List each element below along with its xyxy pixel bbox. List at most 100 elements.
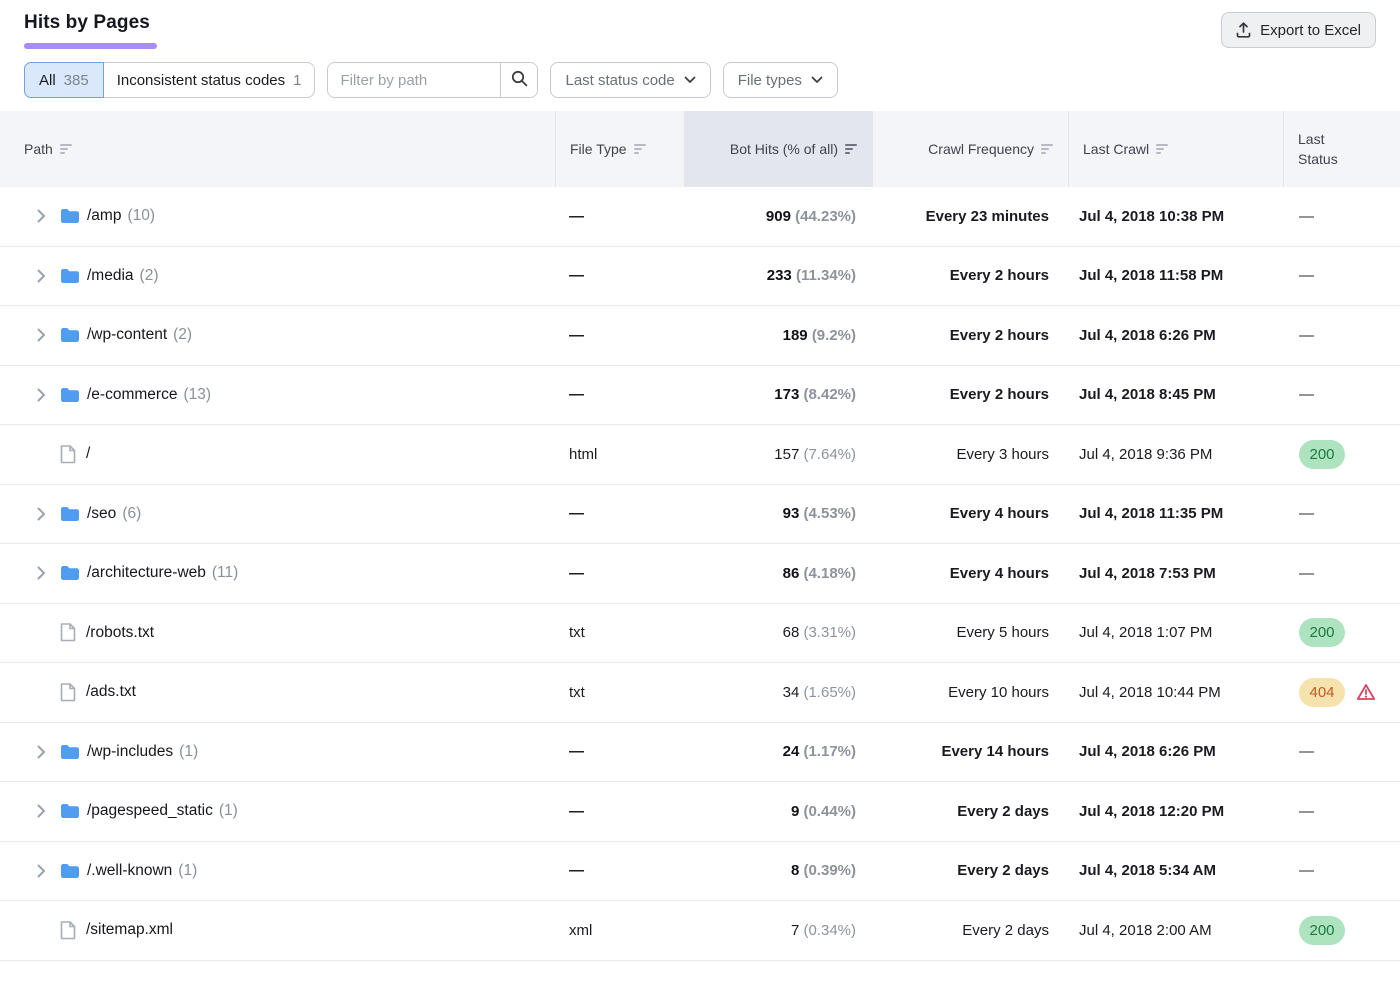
table-row[interactable]: /.well-known (1) — 8 (0.39%) Every 2 day… — [0, 842, 1400, 902]
path-cell: /amp (10) — [0, 207, 555, 225]
last-status-cell: 200 — [1283, 618, 1400, 647]
status-empty-dash: — — [1299, 803, 1314, 820]
path-label: /.well-known — [87, 862, 172, 880]
chevron-right-icon[interactable] — [33, 387, 49, 403]
table-row[interactable]: /architecture-web (11) — 86 (4.18%) Ever… — [0, 544, 1400, 604]
table-row[interactable]: /ads.txt txt 34 (1.65%) Every 10 hours J… — [0, 663, 1400, 723]
status-badge: 404 — [1299, 678, 1345, 707]
path-count: (2) — [140, 267, 159, 285]
status-empty-dash: — — [1299, 743, 1314, 760]
chevron-right-icon[interactable] — [33, 268, 49, 284]
file-type-cell: html — [555, 446, 684, 463]
column-header-crawl-frequency[interactable]: Crawl Frequency — [872, 111, 1068, 187]
sort-icon — [634, 143, 647, 155]
path-count: (6) — [122, 505, 141, 523]
status-badge: 200 — [1299, 618, 1345, 647]
folder-icon — [60, 327, 80, 343]
path-filter-input[interactable] — [328, 63, 500, 97]
column-header-bot-hits[interactable]: Bot Hits (% of all) — [684, 111, 872, 187]
chevron-right-icon[interactable] — [33, 803, 49, 819]
scope-tab-group: All 385 Inconsistent status codes 1 — [24, 62, 315, 98]
last-crawl-cell: Jul 4, 2018 11:58 PM — [1068, 267, 1283, 284]
path-label: /robots.txt — [86, 624, 154, 642]
crawl-frequency-cell: Every 5 hours — [872, 624, 1068, 641]
bot-hits-cell: 233 (11.34%) — [684, 267, 872, 284]
chevron-right-icon[interactable] — [33, 327, 49, 343]
status-empty-dash: — — [1299, 386, 1314, 403]
last-crawl-cell: Jul 4, 2018 8:45 PM — [1068, 386, 1283, 403]
last-status-cell: — — [1283, 505, 1400, 522]
file-type-cell: — — [555, 862, 684, 879]
table-row[interactable]: /sitemap.xml xml 7 (0.34%) Every 2 days … — [0, 901, 1400, 961]
file-types-dropdown[interactable]: File types — [723, 62, 838, 98]
path-cell: /seo (6) — [0, 505, 555, 523]
table-row[interactable]: /seo (6) — 93 (4.53%) Every 4 hours Jul … — [0, 485, 1400, 545]
bot-hits-cell: 86 (4.18%) — [684, 565, 872, 582]
column-header-file-type-label: File Type — [570, 139, 627, 159]
chevron-right-icon[interactable] — [33, 565, 49, 581]
column-header-crawl-frequency-label: Crawl Frequency — [928, 139, 1034, 159]
export-button-label: Export to Excel — [1260, 22, 1361, 39]
status-empty-dash: — — [1299, 208, 1314, 225]
chevron-right-icon[interactable] — [33, 506, 49, 522]
file-type-cell: txt — [555, 624, 684, 641]
last-status-cell: — — [1283, 386, 1400, 403]
last-status-cell: 404 — [1283, 678, 1400, 707]
table-header-row: Path File Type Bot Hits (% of all) Crawl… — [0, 111, 1400, 187]
bot-hits-cell: 24 (1.17%) — [684, 743, 872, 760]
chevron-right-icon[interactable] — [33, 744, 49, 760]
column-header-file-type[interactable]: File Type — [555, 111, 684, 187]
chevron-down-icon — [811, 76, 823, 84]
chevron-right-icon[interactable] — [33, 208, 49, 224]
path-count: (10) — [127, 207, 155, 225]
last-status-cell: — — [1283, 208, 1400, 225]
last-status-cell: — — [1283, 803, 1400, 820]
crawl-frequency-cell: Every 2 hours — [872, 267, 1068, 284]
crawl-frequency-cell: Every 10 hours — [872, 684, 1068, 701]
table-row[interactable]: / html 157 (7.64%) Every 3 hours Jul 4, … — [0, 425, 1400, 485]
folder-icon — [60, 863, 80, 879]
table-row[interactable]: /pagespeed_static (1) — 9 (0.44%) Every … — [0, 782, 1400, 842]
crawl-frequency-cell: Every 4 hours — [872, 505, 1068, 522]
folder-icon — [60, 268, 80, 284]
last-crawl-cell: Jul 4, 2018 9:36 PM — [1068, 446, 1283, 463]
status-empty-dash: — — [1299, 327, 1314, 344]
path-label: /media — [87, 267, 134, 285]
table-row[interactable]: /wp-content (2) — 189 (9.2%) Every 2 hou… — [0, 306, 1400, 366]
table-row[interactable]: /media (2) — 233 (11.34%) Every 2 hours … — [0, 247, 1400, 307]
bot-hits-cell: 7 (0.34%) — [684, 922, 872, 939]
chevron-right-icon[interactable] — [33, 863, 49, 879]
table-row[interactable]: /e-commerce (13) — 173 (8.42%) Every 2 h… — [0, 366, 1400, 426]
export-to-excel-button[interactable]: Export to Excel — [1221, 12, 1376, 48]
file-type-cell: — — [555, 386, 684, 403]
column-header-path-label: Path — [24, 139, 53, 159]
title-accent-underline — [24, 43, 157, 49]
last-crawl-cell: Jul 4, 2018 1:07 PM — [1068, 624, 1283, 641]
search-button[interactable] — [500, 63, 537, 97]
table-row[interactable]: /robots.txt txt 68 (3.31%) Every 5 hours… — [0, 604, 1400, 664]
tab-inconsistent-label: Inconsistent status codes — [117, 72, 285, 89]
crawl-frequency-cell: Every 4 hours — [872, 565, 1068, 582]
column-header-path[interactable]: Path — [0, 111, 555, 187]
column-header-last-crawl[interactable]: Last Crawl — [1068, 111, 1283, 187]
table-row[interactable]: /amp (10) — 909 (44.23%) Every 23 minute… — [0, 187, 1400, 247]
bot-hits-cell: 173 (8.42%) — [684, 386, 872, 403]
file-icon — [60, 623, 76, 642]
hits-by-pages-table: Path File Type Bot Hits (% of all) Crawl… — [0, 111, 1400, 961]
path-cell: /.well-known (1) — [0, 862, 555, 880]
file-types-dropdown-label: File types — [738, 72, 802, 89]
table-row[interactable]: /wp-includes (1) — 24 (1.17%) Every 14 h… — [0, 723, 1400, 783]
path-cell: / — [0, 445, 555, 464]
tab-all[interactable]: All 385 — [24, 62, 104, 98]
last-crawl-cell: Jul 4, 2018 2:00 AM — [1068, 922, 1283, 939]
last-status-code-dropdown[interactable]: Last status code — [550, 62, 710, 98]
last-crawl-cell: Jul 4, 2018 10:44 PM — [1068, 684, 1283, 701]
path-label: /pagespeed_static — [87, 802, 213, 820]
warning-icon — [1356, 683, 1376, 701]
bot-hits-cell: 93 (4.53%) — [684, 505, 872, 522]
sort-icon — [60, 143, 73, 155]
status-empty-dash: — — [1299, 267, 1314, 284]
status-empty-dash: — — [1299, 505, 1314, 522]
path-count: (13) — [183, 386, 211, 404]
tab-inconsistent-status-codes[interactable]: Inconsistent status codes 1 — [104, 63, 315, 97]
